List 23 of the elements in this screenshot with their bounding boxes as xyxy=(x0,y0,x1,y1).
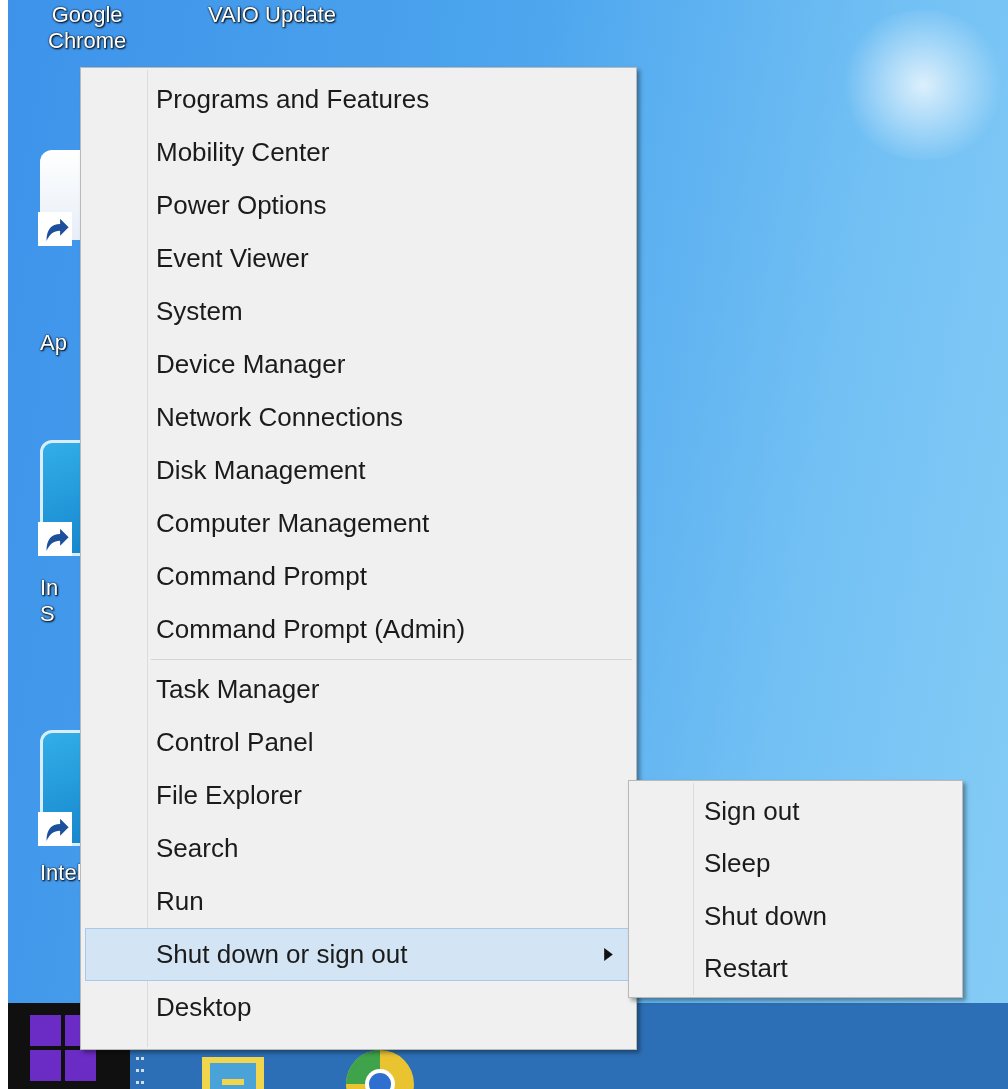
menu-item[interactable]: Search xyxy=(85,822,632,875)
menu-item[interactable]: Network Connections xyxy=(85,391,632,444)
menu-item[interactable]: Sign out xyxy=(633,785,958,838)
menu-item[interactable]: Disk Management xyxy=(85,444,632,497)
menu-item[interactable]: Run xyxy=(85,875,632,928)
menu-item[interactable]: Shut down xyxy=(633,890,958,943)
menu-item[interactable]: Computer Management xyxy=(85,497,632,550)
menu-item[interactable]: Desktop xyxy=(85,981,632,1034)
menu-item[interactable]: Mobility Center xyxy=(85,126,632,179)
menu-item[interactable]: Restart xyxy=(633,942,958,995)
menu-item[interactable]: Event Viewer xyxy=(85,232,632,285)
menu-item[interactable]: Control Panel xyxy=(85,716,632,769)
menu-item[interactable]: Sleep xyxy=(633,837,958,890)
menu-item[interactable]: Device Manager xyxy=(85,338,632,391)
menu-item[interactable]: System xyxy=(85,285,632,338)
menu-item[interactable]: Command Prompt xyxy=(85,550,632,603)
browser-icon[interactable] xyxy=(345,1049,415,1089)
menu-item[interactable]: Programs and Features xyxy=(85,73,632,126)
menu-item[interactable]: Command Prompt (Admin) xyxy=(85,603,632,656)
grip-dots-icon xyxy=(136,1057,144,1084)
menu-item[interactable]: Power Options xyxy=(85,179,632,232)
menu-item[interactable]: Task Manager xyxy=(85,663,632,716)
menu-item[interactable]: File Explorer xyxy=(85,769,632,822)
